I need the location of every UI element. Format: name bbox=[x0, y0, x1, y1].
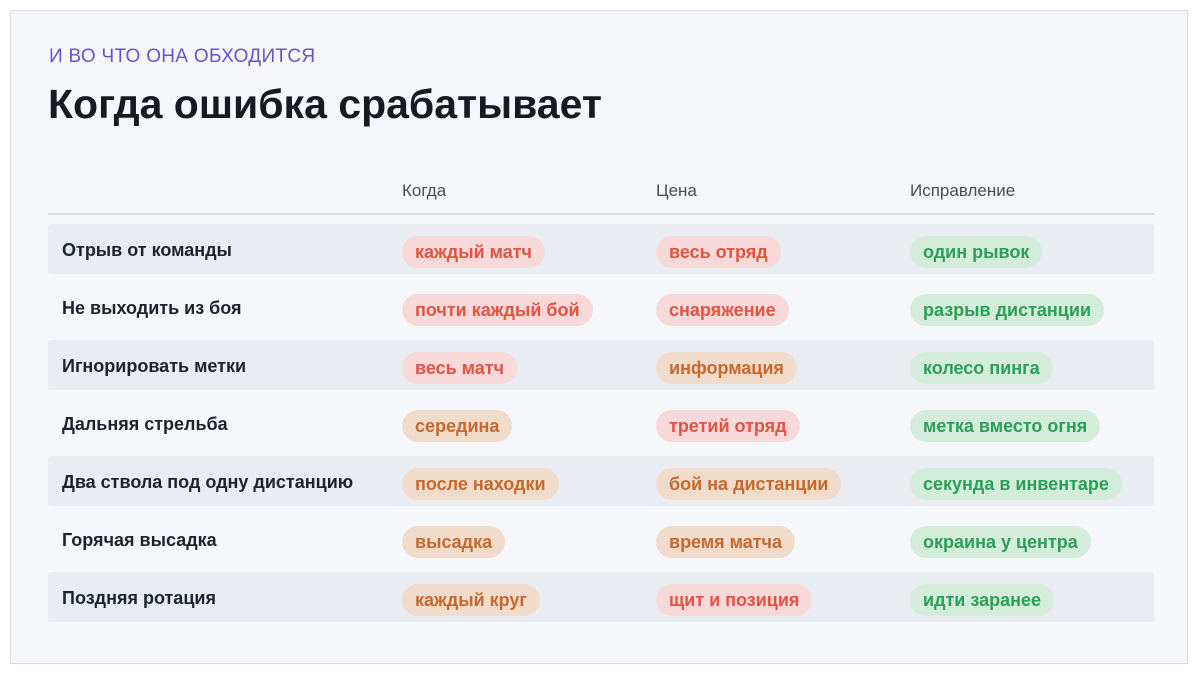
row-label: Отрыв от команды bbox=[62, 240, 232, 260]
table-row: Отрыв от команды каждый матч весь отряд … bbox=[48, 224, 1154, 274]
row-label: Два ствола под одну дистанцию bbox=[62, 472, 354, 492]
when-badge: почти каждый бой bbox=[402, 294, 593, 326]
column-header-fix: Исправление bbox=[910, 181, 1016, 200]
cost-badge: третий отряд bbox=[656, 410, 800, 442]
cost-badge: снаряжение bbox=[656, 294, 789, 326]
when-badge: весь матч bbox=[402, 352, 518, 384]
fix-badge: колесо пинга bbox=[910, 352, 1053, 384]
when-badge: каждый матч bbox=[402, 236, 545, 268]
row-label: Поздняя ротация bbox=[62, 588, 216, 608]
mistakes-table: Когда Цена Исправление Отрыв от команды … bbox=[48, 177, 1154, 622]
table-row: Горячая высадка высадка время матча окра… bbox=[48, 514, 1154, 564]
table-row: Два ствола под одну дистанцию после нахо… bbox=[48, 456, 1154, 506]
cost-badge: весь отряд bbox=[656, 236, 781, 268]
page-title: Когда ошибка срабатывает bbox=[48, 81, 602, 127]
when-badge: каждый круг bbox=[402, 584, 540, 616]
fix-badge: идти заранее bbox=[910, 584, 1054, 616]
cost-badge: информация bbox=[656, 352, 797, 384]
table-row: Игнорировать метки весь матч информация … bbox=[48, 340, 1154, 390]
column-header-cost: Цена bbox=[656, 181, 697, 200]
when-badge: высадка bbox=[402, 526, 506, 558]
cost-badge: время матча bbox=[656, 526, 796, 558]
eyebrow: И ВО ЧТО ОНА ОБХОДИТСЯ bbox=[49, 46, 316, 67]
column-header-when: Когда bbox=[402, 181, 447, 200]
row-label: Игнорировать метки bbox=[62, 356, 247, 376]
table-row: Поздняя ротация каждый круг щит и позици… bbox=[48, 572, 1154, 622]
fix-badge: окраина у центра bbox=[910, 526, 1091, 558]
cost-badge: щит и позиция bbox=[656, 584, 813, 616]
row-label: Не выходить из боя bbox=[62, 298, 242, 318]
fix-badge: метка вместо огня bbox=[910, 410, 1101, 442]
fix-badge: секунда в инвентаре bbox=[910, 468, 1122, 500]
slide: И ВО ЧТО ОНА ОБХОДИТСЯ Когда ошибка сраб… bbox=[10, 10, 1188, 664]
when-badge: середина bbox=[402, 410, 513, 442]
table-header: Когда Цена Исправление bbox=[48, 177, 1154, 215]
table-row: Не выходить из боя почти каждый бой снар… bbox=[48, 282, 1154, 332]
when-badge: после находки bbox=[402, 468, 559, 500]
row-label: Горячая высадка bbox=[62, 530, 217, 550]
fix-badge: разрыв дистанции bbox=[910, 294, 1105, 326]
cost-badge: бой на дистанции bbox=[656, 468, 842, 500]
fix-badge: один рывок bbox=[910, 236, 1043, 268]
row-label: Дальняя стрельба bbox=[62, 414, 228, 434]
table-row: Дальняя стрельба середина третий отряд м… bbox=[48, 398, 1154, 448]
